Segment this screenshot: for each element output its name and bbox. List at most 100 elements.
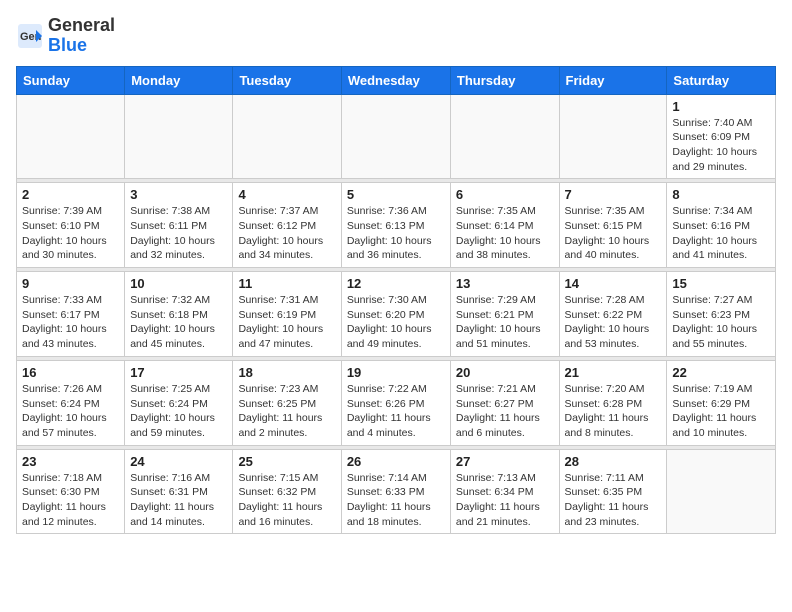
calendar-cell: 6 Sunrise: 7:35 AM Sunset: 6:14 PM Daylig… xyxy=(450,183,559,268)
day-info: Sunrise: 7:33 AM Sunset: 6:17 PM Dayligh… xyxy=(22,293,119,352)
weekday-header-saturday: Saturday xyxy=(667,66,776,94)
day-number: 4 xyxy=(238,187,335,202)
logo-text: General Blue xyxy=(48,16,115,56)
day-info: Sunrise: 7:21 AM Sunset: 6:27 PM Dayligh… xyxy=(456,382,554,441)
day-info: Sunrise: 7:29 AM Sunset: 6:21 PM Dayligh… xyxy=(456,293,554,352)
day-info: Sunrise: 7:28 AM Sunset: 6:22 PM Dayligh… xyxy=(565,293,662,352)
day-number: 13 xyxy=(456,276,554,291)
day-info: Sunrise: 7:36 AM Sunset: 6:13 PM Dayligh… xyxy=(347,204,445,263)
day-number: 26 xyxy=(347,454,445,469)
calendar-cell: 14 Sunrise: 7:28 AM Sunset: 6:22 PM Dayli… xyxy=(559,272,667,357)
calendar-cell: 22 Sunrise: 7:19 AM Sunset: 6:29 PM Dayli… xyxy=(667,360,776,445)
day-info: Sunrise: 7:39 AM Sunset: 6:10 PM Dayligh… xyxy=(22,204,119,263)
calendar-cell: 17 Sunrise: 7:25 AM Sunset: 6:24 PM Dayli… xyxy=(125,360,233,445)
logo-icon: Gen xyxy=(16,22,44,50)
day-number: 14 xyxy=(565,276,662,291)
calendar-cell: 20 Sunrise: 7:21 AM Sunset: 6:27 PM Dayli… xyxy=(450,360,559,445)
weekday-header-row: SundayMondayTuesdayWednesdayThursdayFrid… xyxy=(17,66,776,94)
day-number: 16 xyxy=(22,365,119,380)
week-row-3: 9 Sunrise: 7:33 AM Sunset: 6:17 PM Daylig… xyxy=(17,272,776,357)
day-number: 22 xyxy=(672,365,770,380)
day-info: Sunrise: 7:11 AM Sunset: 6:35 PM Dayligh… xyxy=(565,471,662,530)
calendar-cell: 16Sunrise: 7:26 AM Sunset: 6:24 PM Dayli… xyxy=(17,360,125,445)
weekday-header-monday: Monday xyxy=(125,66,233,94)
day-number: 21 xyxy=(565,365,662,380)
calendar-cell xyxy=(667,449,776,534)
day-info: Sunrise: 7:35 AM Sunset: 6:15 PM Dayligh… xyxy=(565,204,662,263)
day-number: 20 xyxy=(456,365,554,380)
day-number: 8 xyxy=(672,187,770,202)
day-info: Sunrise: 7:37 AM Sunset: 6:12 PM Dayligh… xyxy=(238,204,335,263)
calendar-cell: 5 Sunrise: 7:36 AM Sunset: 6:13 PM Daylig… xyxy=(341,183,450,268)
calendar-cell: 10 Sunrise: 7:32 AM Sunset: 6:18 PM Dayli… xyxy=(125,272,233,357)
calendar-cell: 26 Sunrise: 7:14 AM Sunset: 6:33 PM Dayli… xyxy=(341,449,450,534)
day-number: 7 xyxy=(565,187,662,202)
day-number: 11 xyxy=(238,276,335,291)
day-number: 12 xyxy=(347,276,445,291)
calendar-cell: 24 Sunrise: 7:16 AM Sunset: 6:31 PM Dayli… xyxy=(125,449,233,534)
day-info: Sunrise: 7:23 AM Sunset: 6:25 PM Dayligh… xyxy=(238,382,335,441)
day-number: 2 xyxy=(22,187,119,202)
calendar-cell: 1 Sunrise: 7:40 AM Sunset: 6:09 PM Daylig… xyxy=(667,94,776,179)
day-number: 28 xyxy=(565,454,662,469)
day-info: Sunrise: 7:18 AM Sunset: 6:30 PM Dayligh… xyxy=(22,471,119,530)
day-info: Sunrise: 7:38 AM Sunset: 6:11 PM Dayligh… xyxy=(130,204,227,263)
calendar-cell: 15 Sunrise: 7:27 AM Sunset: 6:23 PM Dayli… xyxy=(667,272,776,357)
week-row-1: 1 Sunrise: 7:40 AM Sunset: 6:09 PM Daylig… xyxy=(17,94,776,179)
day-number: 19 xyxy=(347,365,445,380)
day-info: Sunrise: 7:13 AM Sunset: 6:34 PM Dayligh… xyxy=(456,471,554,530)
day-info: Sunrise: 7:20 AM Sunset: 6:28 PM Dayligh… xyxy=(565,382,662,441)
week-row-2: 2 Sunrise: 7:39 AM Sunset: 6:10 PM Daylig… xyxy=(17,183,776,268)
day-number: 15 xyxy=(672,276,770,291)
day-info: Sunrise: 7:16 AM Sunset: 6:31 PM Dayligh… xyxy=(130,471,227,530)
day-number: 3 xyxy=(130,187,227,202)
calendar-cell xyxy=(450,94,559,179)
calendar-cell: 28 Sunrise: 7:11 AM Sunset: 6:35 PM Dayli… xyxy=(559,449,667,534)
calendar-cell: 11Sunrise: 7:31 AM Sunset: 6:19 PM Dayli… xyxy=(233,272,341,357)
day-number: 9 xyxy=(22,276,119,291)
calendar-cell xyxy=(559,94,667,179)
weekday-header-tuesday: Tuesday xyxy=(233,66,341,94)
day-number: 23 xyxy=(22,454,119,469)
day-number: 1 xyxy=(672,99,770,114)
calendar-cell xyxy=(125,94,233,179)
calendar-cell: 4 Sunrise: 7:37 AM Sunset: 6:12 PM Daylig… xyxy=(233,183,341,268)
calendar-cell: 2 Sunrise: 7:39 AM Sunset: 6:10 PM Daylig… xyxy=(17,183,125,268)
calendar-cell: 3 Sunrise: 7:38 AM Sunset: 6:11 PM Daylig… xyxy=(125,183,233,268)
weekday-header-friday: Friday xyxy=(559,66,667,94)
calendar-cell: 7 Sunrise: 7:35 AM Sunset: 6:15 PM Daylig… xyxy=(559,183,667,268)
calendar-cell: 12 Sunrise: 7:30 AM Sunset: 6:20 PM Dayli… xyxy=(341,272,450,357)
day-info: Sunrise: 7:40 AM Sunset: 6:09 PM Dayligh… xyxy=(672,116,770,175)
day-number: 17 xyxy=(130,365,227,380)
day-info: Sunrise: 7:30 AM Sunset: 6:20 PM Dayligh… xyxy=(347,293,445,352)
day-info: Sunrise: 7:34 AM Sunset: 6:16 PM Dayligh… xyxy=(672,204,770,263)
weekday-header-wednesday: Wednesday xyxy=(341,66,450,94)
day-info: Sunrise: 7:15 AM Sunset: 6:32 PM Dayligh… xyxy=(238,471,335,530)
calendar-cell: 21 Sunrise: 7:20 AM Sunset: 6:28 PM Dayli… xyxy=(559,360,667,445)
day-number: 25 xyxy=(238,454,335,469)
day-info: Sunrise: 7:32 AM Sunset: 6:18 PM Dayligh… xyxy=(130,293,227,352)
day-number: 27 xyxy=(456,454,554,469)
day-info: Sunrise: 7:27 AM Sunset: 6:23 PM Dayligh… xyxy=(672,293,770,352)
calendar-cell xyxy=(233,94,341,179)
day-info: Sunrise: 7:25 AM Sunset: 6:24 PM Dayligh… xyxy=(130,382,227,441)
page-header: Gen General Blue xyxy=(16,16,776,56)
day-number: 24 xyxy=(130,454,227,469)
calendar-cell: 25 Sunrise: 7:15 AM Sunset: 6:32 PM Dayli… xyxy=(233,449,341,534)
week-row-4: 16Sunrise: 7:26 AM Sunset: 6:24 PM Dayli… xyxy=(17,360,776,445)
calendar-cell xyxy=(341,94,450,179)
calendar-cell: 23 Sunrise: 7:18 AM Sunset: 6:30 PM Dayli… xyxy=(17,449,125,534)
day-info: Sunrise: 7:22 AM Sunset: 6:26 PM Dayligh… xyxy=(347,382,445,441)
calendar-cell: 8 Sunrise: 7:34 AM Sunset: 6:16 PM Daylig… xyxy=(667,183,776,268)
day-number: 10 xyxy=(130,276,227,291)
day-info: Sunrise: 7:14 AM Sunset: 6:33 PM Dayligh… xyxy=(347,471,445,530)
day-number: 5 xyxy=(347,187,445,202)
day-number: 6 xyxy=(456,187,554,202)
day-info: Sunrise: 7:35 AM Sunset: 6:14 PM Dayligh… xyxy=(456,204,554,263)
day-info: Sunrise: 7:19 AM Sunset: 6:29 PM Dayligh… xyxy=(672,382,770,441)
weekday-header-thursday: Thursday xyxy=(450,66,559,94)
calendar-cell: 19 Sunrise: 7:22 AM Sunset: 6:26 PM Dayli… xyxy=(341,360,450,445)
calendar-cell: 27 Sunrise: 7:13 AM Sunset: 6:34 PM Dayli… xyxy=(450,449,559,534)
calendar-cell: 13 Sunrise: 7:29 AM Sunset: 6:21 PM Dayli… xyxy=(450,272,559,357)
weekday-header-sunday: Sunday xyxy=(17,66,125,94)
